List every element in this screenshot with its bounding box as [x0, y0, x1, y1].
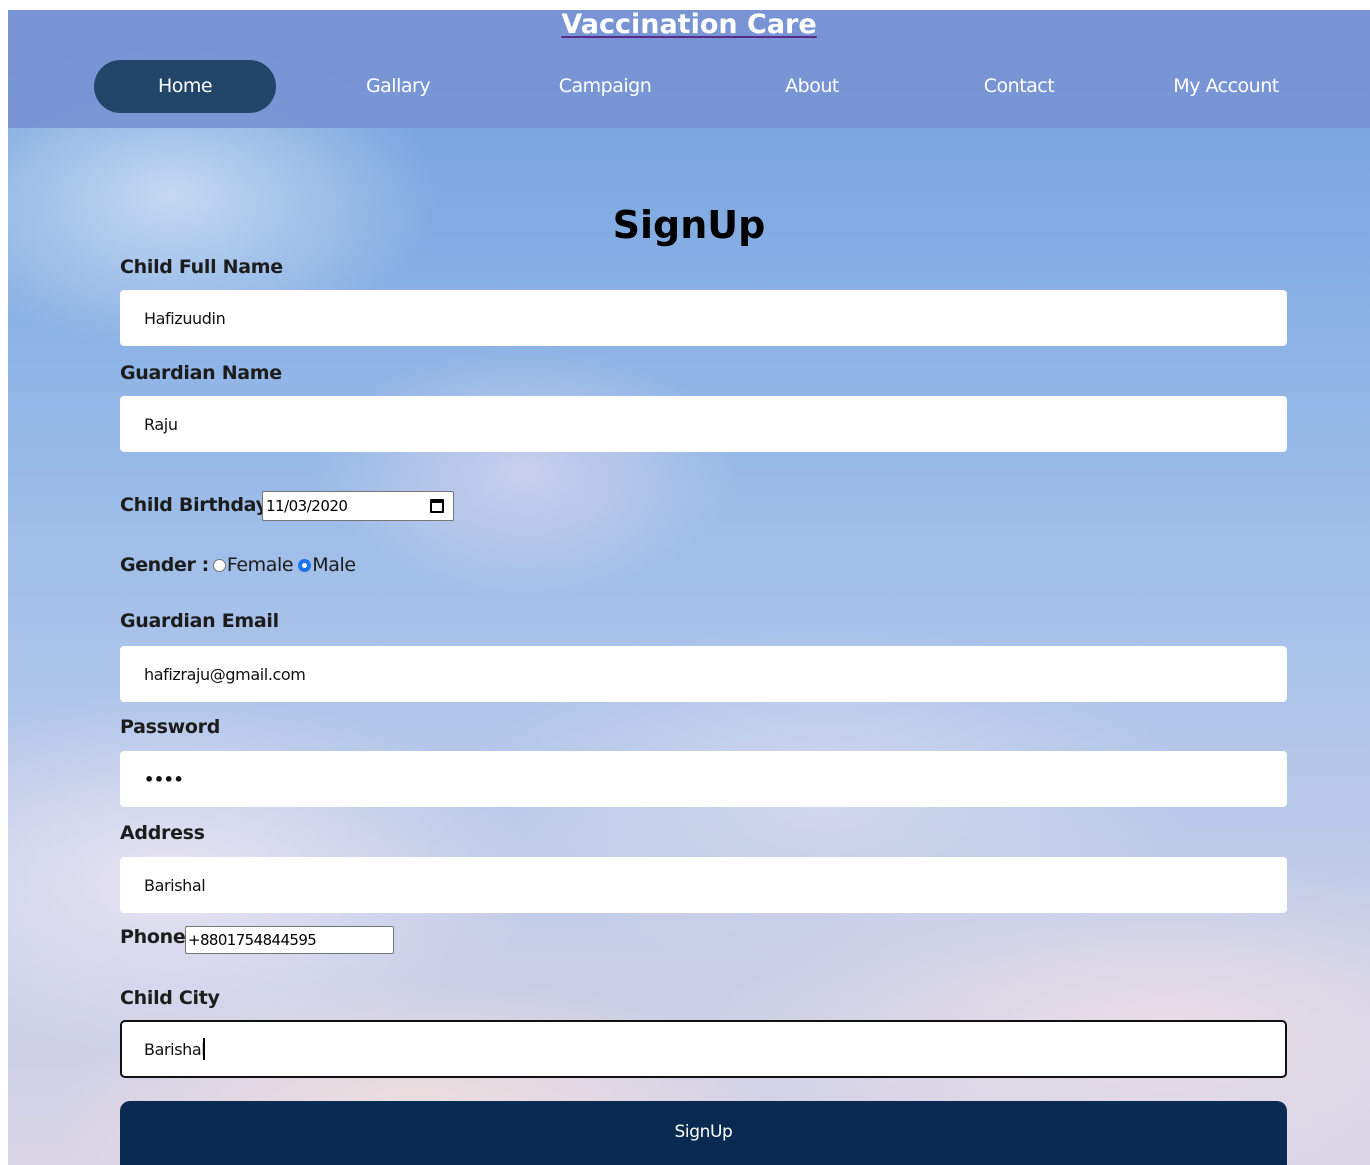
child-city-label: Child City: [120, 987, 220, 1009]
address-input[interactable]: [120, 857, 1287, 913]
password-label: Password: [120, 716, 221, 738]
password-input[interactable]: [120, 751, 1287, 807]
form-title: SignUp: [612, 203, 766, 247]
child-birthday-date-input[interactable]: 11/03/2020: [262, 491, 454, 521]
guardian-name-input[interactable]: [120, 396, 1287, 452]
nav-item-gallary[interactable]: Gallary: [307, 60, 489, 113]
signup-button[interactable]: SignUp: [120, 1101, 1287, 1165]
child-city-input[interactable]: [120, 1020, 1287, 1078]
gender-radio-group: Gender : Female Male: [120, 553, 356, 577]
gender-female-label: Female: [226, 554, 294, 576]
site-header: Vaccination Care: [8, 10, 1370, 40]
phone-label: Phone: [120, 926, 186, 948]
guardian-email-input[interactable]: [120, 646, 1287, 702]
child-full-name-input[interactable]: [120, 290, 1287, 346]
guardian-name-label: Guardian Name: [120, 362, 282, 384]
page-background: Home Gallary Campaign About Contact My A…: [8, 10, 1370, 1165]
nav-item-home[interactable]: Home: [94, 60, 276, 113]
site-title-link[interactable]: Vaccination Care: [561, 10, 816, 40]
gender-female-radio[interactable]: [212, 558, 226, 572]
address-label: Address: [120, 822, 205, 844]
child-full-name-label: Child Full Name: [120, 256, 283, 278]
nav-item-campaign[interactable]: Campaign: [514, 60, 696, 113]
nav-item-contact[interactable]: Contact: [928, 60, 1110, 113]
child-birthday-label: Child Birthday: [120, 494, 268, 516]
phone-input[interactable]: +8801754844595: [185, 926, 394, 954]
gender-male-radio[interactable]: [298, 558, 312, 572]
text-caret: [203, 1038, 205, 1060]
nav-item-about[interactable]: About: [721, 60, 903, 113]
gender-label: Gender :: [120, 554, 209, 576]
nav-item-my-account[interactable]: My Account: [1135, 60, 1317, 113]
guardian-email-label: Guardian Email: [120, 610, 279, 632]
gender-male-label: Male: [312, 554, 356, 576]
calendar-icon[interactable]: [430, 499, 444, 513]
child-birthday-value: 11/03/2020: [266, 497, 348, 515]
